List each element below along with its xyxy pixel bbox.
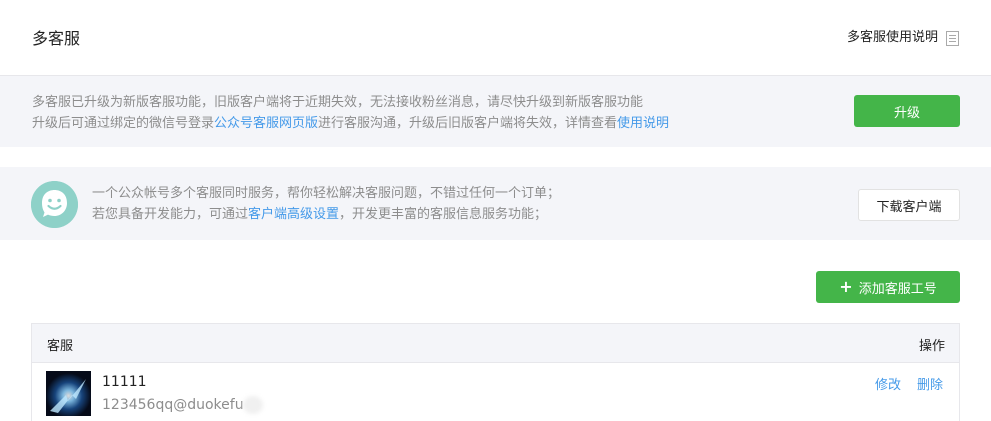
redacted-text <box>243 396 263 414</box>
download-client-button[interactable]: 下载客户端 <box>858 189 960 221</box>
column-header-agent: 客服 <box>47 339 74 354</box>
add-agent-button[interactable]: + 添加客服工号 <box>816 271 960 303</box>
intro-line-1: 一个公众帐号多个客服同时服务，帮你轻松解决客服问题，不错过任何一个订单； <box>92 186 561 201</box>
plus-icon: + <box>839 277 853 296</box>
page-title: 多客服 <box>32 29 81 48</box>
intro-line-2: 若您具备开发能力，可通过客户端高级设置，开发更丰富的客服信息服务功能； <box>92 204 560 225</box>
intro-line-2-suffix: ，开发更丰富的客服信息服务功能； <box>339 207 548 222</box>
intro-panel: 一个公众帐号多个客服同时服务，帮你轻松解决客服问题，不错过任何一个订单； 若您具… <box>0 167 991 240</box>
client-advanced-settings-link[interactable]: 客户端高级设置 <box>248 207 339 222</box>
smiley-icon <box>31 181 78 228</box>
edit-link[interactable]: 修改 <box>875 374 901 393</box>
notice-line-2-prefix: 升级后可通过绑定的微信号登录 <box>32 116 215 131</box>
help-link[interactable]: 多客服使用说明 <box>847 28 959 48</box>
upgrade-notice: 多客服已升级为新版客服功能，旧版客户端将于近期失效，无法接收粉丝消息，请尽快升级… <box>0 76 991 147</box>
notice-line-1: 多客服已升级为新版客服功能，旧版客户端将于近期失效，无法接收粉丝消息，请尽快升级… <box>32 95 644 110</box>
intro-text: 一个公众帐号多个客服同时服务，帮你轻松解决客服问题，不错过任何一个订单； 若您具… <box>92 183 560 225</box>
upgrade-button[interactable]: 升级 <box>854 95 960 127</box>
notice-text: 多客服已升级为新版客服功能，旧版客户端将于近期失效，无法接收粉丝消息，请尽快升级… <box>32 92 669 134</box>
delete-link[interactable]: 删除 <box>917 374 943 393</box>
avatar <box>46 371 91 416</box>
usage-guide-link[interactable]: 使用说明 <box>617 116 669 131</box>
web-service-link[interactable]: 公众号客服网页版 <box>214 116 318 131</box>
column-header-actions: 操作 <box>918 339 945 354</box>
document-icon <box>946 30 959 46</box>
agent-account: 123456qq@duokefu <box>102 397 244 413</box>
page-header: 多客服 多客服使用说明 <box>0 0 991 76</box>
notice-line-2-middle: 进行客服沟通，升级后旧版客户端将失效，详情查看 <box>318 116 618 131</box>
notice-line-2: 升级后可通过绑定的微信号登录公众号客服网页版进行客服沟通，升级后旧版客户端将失效… <box>32 113 669 134</box>
intro-line-2-prefix: 若您具备开发能力，可通过 <box>92 207 249 222</box>
agent-table: 客服 操作 11111 123456qq@duokefu 修改 删除 <box>31 323 960 421</box>
help-link-label: 多客服使用说明 <box>846 30 938 45</box>
agent-name: 11111 <box>102 374 147 390</box>
table-row: 11111 123456qq@duokefu 修改 删除 <box>32 363 959 421</box>
add-agent-label: 添加客服工号 <box>858 281 937 297</box>
table-header: 客服 操作 <box>32 324 959 363</box>
